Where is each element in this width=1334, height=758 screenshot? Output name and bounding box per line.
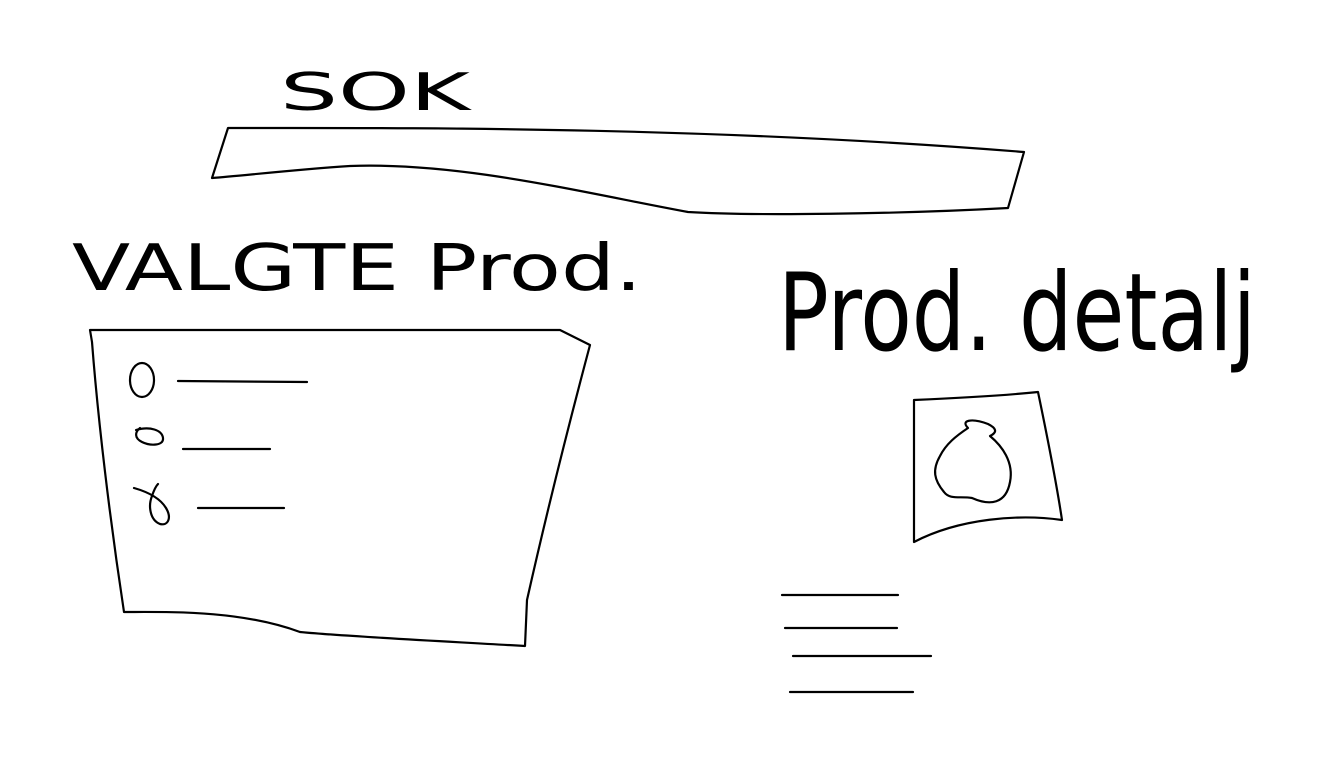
product-detail-title: Prod. detalj [778, 251, 1256, 376]
wireframe-canvas: SOK VALGTE Prod. Prod. detalj [0, 0, 1334, 754]
product-description [780, 593, 933, 694]
selected-products-title: VALGTE Prod. [72, 232, 642, 306]
search-input[interactable] [240, 138, 1000, 194]
list-item-2-hit[interactable] [125, 424, 275, 454]
list-item-1-hit[interactable] [125, 362, 315, 400]
product-image-hit[interactable] [914, 394, 1062, 540]
search-label: SOK [280, 63, 473, 123]
list-item-3-hit[interactable] [125, 482, 290, 526]
